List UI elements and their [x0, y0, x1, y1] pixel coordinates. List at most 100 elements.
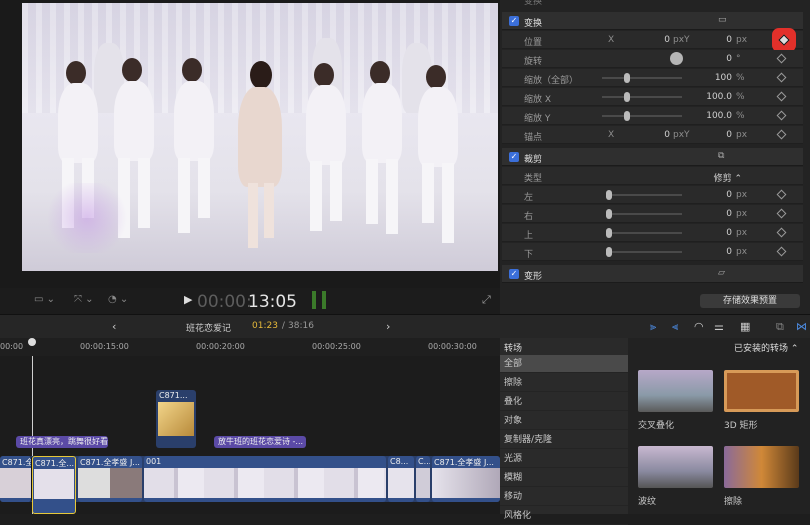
transform-checkbox[interactable]: ✓: [509, 16, 519, 26]
crop-checkbox[interactable]: ✓: [509, 152, 519, 162]
keyframe-icon[interactable]: [776, 53, 787, 64]
video-frame[interactable]: [22, 3, 498, 271]
speed-icon[interactable]: ◔ ⌄: [108, 294, 128, 305]
keyframe-icon[interactable]: [776, 72, 787, 83]
rotation-dial-icon[interactable]: [670, 52, 683, 65]
video-clip[interactable]: 001: [144, 456, 386, 502]
crop-header[interactable]: ✓ 裁剪 ⧉: [502, 148, 803, 166]
keyframe-icon[interactable]: [776, 110, 787, 121]
video-clip[interactable]: C871.全孝盛 J...: [432, 456, 500, 502]
transition-thumbnail[interactable]: [638, 446, 713, 488]
audio-skimming-icon[interactable]: ⫸: [650, 320, 656, 334]
crop-right-value[interactable]: 0: [692, 209, 732, 219]
title-clip[interactable]: 放牛班的班花恋爱诗 -...: [214, 436, 306, 448]
connected-clip[interactable]: C871...: [156, 390, 196, 448]
position-x-unit: px: [673, 35, 685, 45]
position-x-value[interactable]: 0: [632, 35, 670, 45]
view-options-icon[interactable]: ▭ ⌄: [34, 294, 55, 305]
category-blurs[interactable]: 模糊: [500, 469, 628, 487]
title-clip[interactable]: 班花真漂亮，跳舞很好看...: [16, 436, 108, 448]
save-effects-preset-button[interactable]: 存储效果预置: [700, 294, 800, 308]
video-clip[interactable]: C...: [416, 456, 430, 502]
anchor-y-value[interactable]: 0: [692, 130, 732, 140]
headphones-icon[interactable]: ◠: [694, 320, 704, 333]
scale-all-value[interactable]: 100: [692, 73, 732, 83]
playhead-handle[interactable]: [28, 338, 36, 346]
category-all[interactable]: 全部: [500, 355, 628, 373]
video-clip[interactable]: C871.全孝盛 J...: [78, 456, 142, 502]
keyframe-icon[interactable]: [776, 91, 787, 102]
scale-y-unit: %: [736, 111, 745, 121]
audio-waveform-icon[interactable]: ⫷: [672, 320, 678, 334]
transition-label: 波纹: [638, 497, 657, 507]
scale-y-slider[interactable]: [602, 115, 682, 117]
crop-top-value[interactable]: 0: [692, 228, 732, 238]
position-y-value[interactable]: 0: [692, 35, 732, 45]
transform-onscreen-icon[interactable]: ▭: [718, 15, 727, 25]
transform-header[interactable]: ✓ 变换 ▭: [502, 12, 803, 30]
transform-tool-icon[interactable]: ⤧ ⌄: [74, 294, 94, 305]
keyframe-icon[interactable]: [776, 129, 787, 140]
crop-type-select[interactable]: 修剪 ⌃: [682, 171, 742, 184]
scale-x-slider[interactable]: [602, 96, 682, 98]
crop-left-unit: px: [736, 190, 748, 200]
keyframe-icon[interactable]: [776, 189, 787, 200]
scale-x-slider-knob[interactable]: [624, 92, 630, 102]
scale-x-value[interactable]: 100.0: [692, 92, 732, 102]
distort-onscreen-icon[interactable]: ▱: [718, 268, 725, 278]
solo-icon[interactable]: ⚌: [714, 320, 724, 333]
video-clip-selected[interactable]: C871.全...: [32, 456, 76, 514]
transition-thumbnail[interactable]: [724, 370, 799, 412]
distort-checkbox[interactable]: ✓: [509, 269, 519, 279]
crop-top-slider[interactable]: [606, 232, 682, 234]
crop-top-slider-knob[interactable]: [606, 228, 612, 238]
crop-left-value[interactable]: 0: [692, 190, 732, 200]
scale-y-slider-knob[interactable]: [624, 111, 630, 121]
crop-right-slider[interactable]: [606, 213, 682, 215]
video-clip-thumbnail: [388, 468, 414, 498]
timeline-ruler[interactable]: 00:00 00:00:15:00 00:00:20:00 00:00:25:0…: [0, 338, 500, 356]
category-movements[interactable]: 移动: [500, 488, 628, 506]
crop-bottom-value[interactable]: 0: [692, 247, 732, 257]
position-label: 位置: [524, 38, 543, 48]
crop-left-slider-knob[interactable]: [606, 190, 612, 200]
crop-left-slider[interactable]: [606, 194, 682, 196]
connected-clip-thumbnail: [158, 402, 194, 436]
transition-thumbnail[interactable]: [724, 446, 799, 488]
category-replicator[interactable]: 复制器/克隆: [500, 431, 628, 449]
transition-thumbnail[interactable]: [638, 370, 713, 412]
play-icon[interactable]: ▶: [184, 293, 192, 306]
transitions-browser-icon[interactable]: ⋈: [796, 320, 807, 333]
browser-toggle-icon[interactable]: ⧉: [776, 320, 784, 334]
crop-onscreen-icon[interactable]: ⧉: [718, 151, 724, 161]
scale-all-slider-knob[interactable]: [624, 73, 630, 83]
timeline[interactable]: C871... 班花真漂亮，跳舞很好看... 放牛班的班花恋爱诗 -... C8…: [0, 356, 500, 514]
video-clip[interactable]: C8...: [388, 456, 414, 502]
category-dissolves[interactable]: 叠化: [500, 393, 628, 411]
distort-header[interactable]: ✓ 变形 ▱: [502, 265, 803, 283]
crop-right-label: 右: [524, 212, 534, 222]
anchor-y-unit: px: [736, 130, 748, 140]
video-clip-thumbnail: [432, 468, 500, 498]
rotation-value[interactable]: 0: [692, 54, 732, 64]
crop-bottom-slider-knob[interactable]: [606, 247, 612, 257]
crop-right-slider-knob[interactable]: [606, 209, 612, 219]
anchor-x-value[interactable]: 0: [632, 130, 670, 140]
scale-all-slider[interactable]: [602, 77, 682, 79]
crop-bottom-slider[interactable]: [606, 251, 682, 253]
category-stylized[interactable]: 风格化: [500, 507, 628, 525]
category-wipes[interactable]: 擦除: [500, 374, 628, 392]
scale-y-value[interactable]: 100.0: [692, 111, 732, 121]
crop-top-label: 上: [524, 231, 534, 241]
history-back-icon[interactable]: ‹: [112, 320, 116, 333]
history-forward-icon[interactable]: ›: [386, 320, 390, 333]
fullscreen-icon[interactable]: ⤢: [482, 293, 491, 307]
keyframe-icon[interactable]: [776, 246, 787, 257]
clip-appearance-icon[interactable]: ▦: [740, 320, 750, 333]
video-clip[interactable]: C871.全...: [0, 456, 32, 502]
category-lights[interactable]: 光源: [500, 450, 628, 468]
installed-transitions-menu[interactable]: 已安装的转场 ⌃: [734, 341, 798, 354]
category-objects[interactable]: 对象: [500, 412, 628, 430]
keyframe-icon[interactable]: [776, 227, 787, 238]
keyframe-icon[interactable]: [776, 208, 787, 219]
